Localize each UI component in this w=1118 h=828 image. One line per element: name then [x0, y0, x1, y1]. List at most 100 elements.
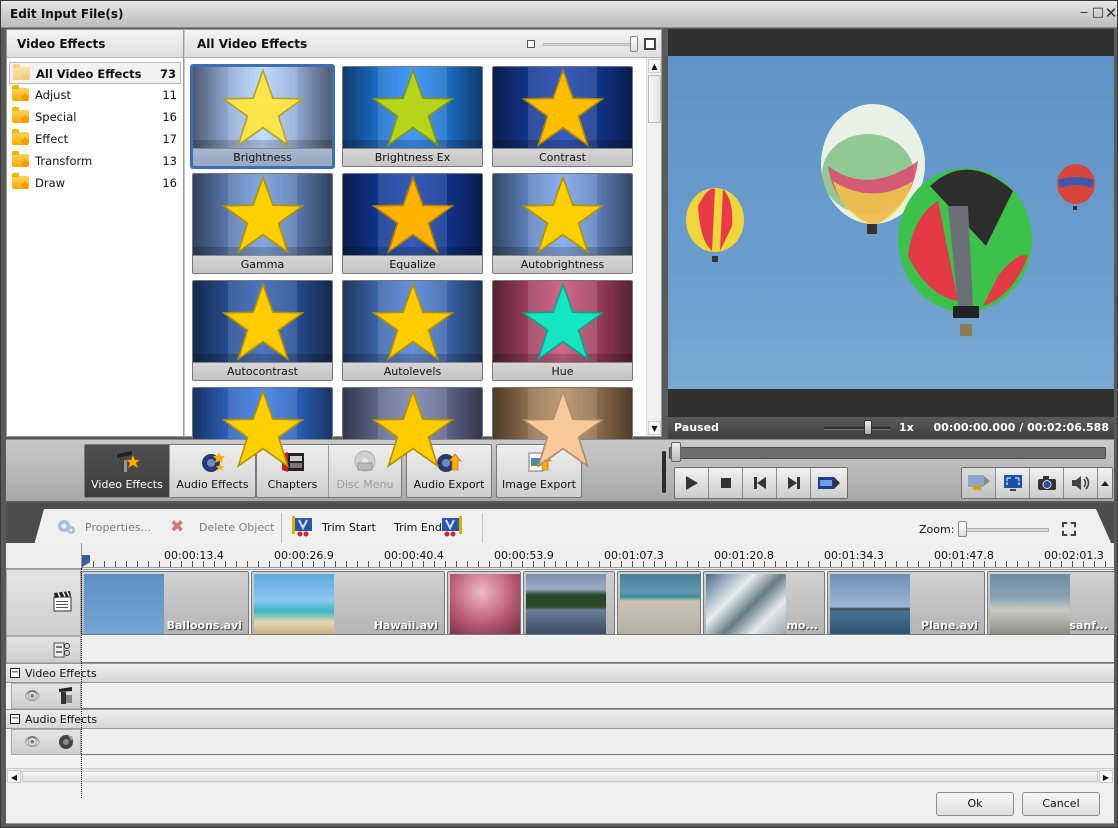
play-selection-button[interactable]	[811, 468, 847, 498]
playback-controls-left	[674, 467, 848, 499]
clip-thumbnail	[620, 574, 700, 634]
eye-icon[interactable]: 👁	[24, 735, 41, 750]
timeline-clip[interactable]	[617, 571, 701, 635]
dialog-footer: Ok Cancel	[6, 783, 1114, 824]
effect-tile[interactable]: Autolevels	[342, 280, 483, 381]
scrollbar-thumb[interactable]	[648, 75, 661, 123]
clip-thumbnail	[84, 574, 164, 634]
trim-start-button[interactable]: Trim Start	[322, 521, 376, 534]
timeline-clip[interactable]: sanf...	[987, 571, 1115, 635]
volume-button[interactable]	[1064, 468, 1098, 498]
gallery-title: All Video Effects	[197, 37, 308, 51]
timeline-horizontal-scrollbar[interactable]: ◀ ▶	[6, 768, 1114, 783]
collapse-video-effects-icon[interactable]: −	[10, 668, 20, 678]
effect-tile[interactable]: Gamma	[192, 173, 333, 274]
categories-header: Video Effects	[7, 30, 183, 58]
speed-slider-thumb[interactable]	[864, 420, 872, 435]
video-effects-section-header[interactable]: − Video Effects	[6, 663, 1114, 683]
category-item[interactable]: ★ All Video Effects 73	[9, 62, 181, 84]
fit-to-window-icon[interactable]	[1062, 522, 1076, 536]
stop-button[interactable]	[709, 468, 743, 498]
audio-track-header	[6, 636, 81, 663]
ruler-ticks	[82, 561, 1114, 567]
panel-splitter[interactable]	[662, 451, 666, 493]
button-label: Image Export	[502, 478, 576, 491]
horizontal-scrollbar-thumb[interactable]	[22, 771, 1098, 782]
previous-frame-button[interactable]	[743, 468, 777, 498]
speed-slider[interactable]	[824, 427, 890, 430]
star-icon	[221, 175, 304, 254]
effect-tile[interactable]: Hue	[492, 280, 633, 381]
thumbnail-size-slider[interactable]	[543, 43, 633, 46]
zoom-slider[interactable]	[961, 528, 1049, 532]
timeline-clip[interactable]: Balloons.avi	[81, 571, 249, 635]
star-icon	[371, 282, 454, 361]
video-effects-button[interactable]: Video Effects	[85, 445, 170, 497]
audio-effects-section-label: Audio Effects	[25, 713, 98, 726]
star-icon	[221, 389, 304, 468]
zoom-slider-thumb[interactable]	[958, 521, 967, 537]
scroll-left-arrow-icon[interactable]: ◀	[7, 770, 21, 783]
seek-bar[interactable]	[669, 447, 1106, 459]
effect-label: Autolevels	[343, 362, 482, 380]
category-item[interactable]: ★ Adjust 11	[9, 84, 181, 106]
audio-effects-track[interactable]	[81, 729, 1114, 755]
minimize-button[interactable]: ‒	[1077, 6, 1091, 20]
effect-tile[interactable]: Brightness	[190, 64, 335, 169]
trim-end-button[interactable]: Trim End	[394, 521, 442, 534]
clip-name: Plane.avi	[920, 619, 978, 632]
snapshot-button[interactable]	[1030, 468, 1064, 498]
timeline-clip[interactable]: mo...	[703, 571, 825, 635]
scroll-up-arrow-icon[interactable]: ▲	[648, 59, 661, 73]
effect-tile[interactable]: Autobrightness	[492, 173, 633, 274]
folder-star-icon: ★	[12, 151, 30, 169]
delete-object-button[interactable]: Delete Object	[199, 521, 274, 534]
clip-name: sanf...	[1069, 619, 1108, 632]
video-track: Balloons.avi Hawaii.avi mo... Plane.avi sanf…	[81, 569, 1115, 635]
play-button[interactable]	[675, 468, 709, 498]
effect-tile[interactable]: Equalize	[342, 173, 483, 274]
category-item[interactable]: ★ Special 16	[9, 106, 181, 128]
effect-tile[interactable]: Autocontrast	[192, 280, 333, 381]
category-item[interactable]: ★ Effect 17	[9, 128, 181, 150]
time-ruler[interactable]: 00:00:13.4 00:00:26.9 00:00:40.4 00:00:53.9…	[81, 543, 1114, 568]
thumbnail-size-slider-thumb[interactable]	[630, 36, 638, 52]
close-button[interactable]: ✕	[1104, 6, 1118, 21]
category-item[interactable]: ★ Transform 13	[9, 150, 181, 172]
maximize-button[interactable]: □	[1091, 6, 1105, 20]
video-effects-icon	[58, 687, 74, 708]
video-effects-track[interactable]	[81, 683, 1114, 709]
cut-segment-button[interactable]	[962, 468, 996, 498]
category-item[interactable]: ★ Draw 16	[9, 172, 181, 194]
small-thumbnail-icon[interactable]	[527, 40, 535, 48]
effect-tile[interactable]: Brightness Ex	[342, 66, 483, 167]
timeline-clip[interactable]	[447, 571, 521, 635]
scroll-right-arrow-icon[interactable]: ▶	[1099, 770, 1113, 783]
clip-thumbnail	[450, 574, 520, 634]
collapse-audio-effects-icon[interactable]: −	[10, 714, 20, 724]
large-thumbnail-icon[interactable]	[644, 38, 656, 50]
next-frame-button[interactable]	[777, 468, 811, 498]
gallery-scrollbar[interactable]: ▲ ▼	[646, 58, 661, 436]
video-track-header	[6, 569, 81, 636]
eye-icon[interactable]: 👁	[24, 689, 41, 704]
properties-button[interactable]: Properties...	[85, 521, 151, 534]
timeline-clip[interactable]	[523, 571, 615, 635]
seek-bar-thumb[interactable]	[671, 442, 681, 462]
audio-effects-section-header[interactable]: − Audio Effects	[6, 709, 1114, 729]
effect-tile[interactable]: Contrast	[492, 66, 633, 167]
clip-name: Balloons.avi	[166, 619, 242, 632]
timeline-clip[interactable]: Hawaii.avi	[251, 571, 445, 635]
cancel-button[interactable]: Cancel	[1022, 792, 1100, 816]
more-controls-button[interactable]	[1098, 468, 1112, 498]
clip-name: Hawaii.avi	[373, 619, 438, 632]
camera-icon	[1037, 476, 1056, 490]
timeline-clip[interactable]: Plane.avi	[827, 571, 985, 635]
fullscreen-button[interactable]	[996, 468, 1030, 498]
audio-track[interactable]	[81, 636, 1114, 663]
scroll-down-arrow-icon[interactable]: ▼	[648, 421, 661, 435]
effect-label: Autocontrast	[193, 362, 332, 380]
video-frame[interactable]	[668, 56, 1114, 389]
ok-button[interactable]: Ok	[936, 792, 1014, 816]
delete-icon: ✖	[170, 517, 185, 537]
